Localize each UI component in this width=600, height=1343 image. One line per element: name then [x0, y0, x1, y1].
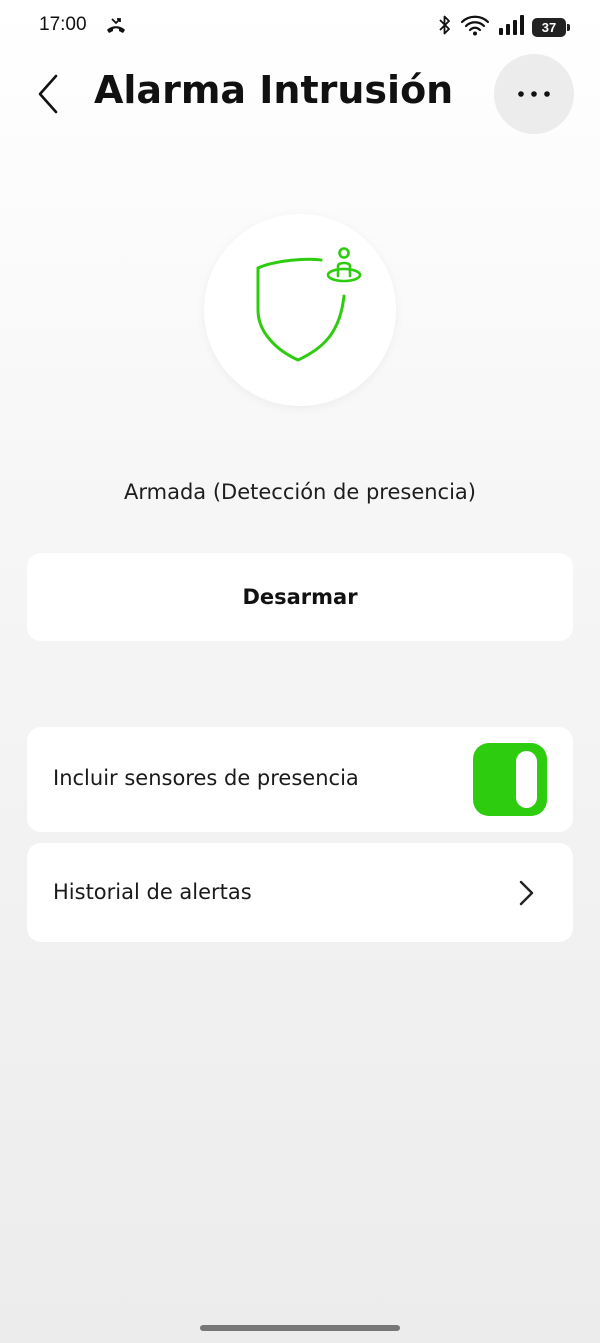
status-icons: 37 — [438, 14, 570, 40]
back-button[interactable] — [26, 70, 70, 118]
shield-presence-icon — [256, 247, 362, 362]
alert-history-label: Historial de alertas — [53, 880, 252, 904]
alarm-status-circle — [204, 214, 396, 406]
signal-icon — [498, 14, 524, 40]
toggle-knob — [516, 751, 537, 808]
home-indicator[interactable] — [200, 1325, 400, 1331]
battery-icon: 37 — [532, 17, 570, 37]
presence-sensors-label: Incluir sensores de presencia — [53, 766, 359, 790]
header: Alarma Intrusión — [0, 54, 600, 134]
more-options-button[interactable] — [494, 54, 574, 134]
bluetooth-icon — [438, 14, 452, 40]
disarm-button[interactable]: Desarmar — [27, 553, 573, 641]
status-time: 17:00 — [39, 14, 87, 35]
presence-sensors-row: Incluir sensores de presencia — [27, 727, 573, 832]
alarm-status-text: Armada (Detección de presencia) — [124, 480, 476, 504]
chevron-left-icon — [38, 74, 58, 114]
more-dots-icon — [518, 91, 550, 97]
wifi-icon — [460, 14, 490, 40]
status-bar: 17:00 37 — [0, 0, 600, 54]
missed-call-icon — [104, 16, 128, 36]
chevron-right-icon — [519, 880, 534, 906]
alert-history-row[interactable]: Historial de alertas — [27, 843, 573, 942]
page-title: Alarma Intrusión — [94, 68, 454, 112]
presence-sensors-toggle[interactable] — [473, 743, 547, 816]
